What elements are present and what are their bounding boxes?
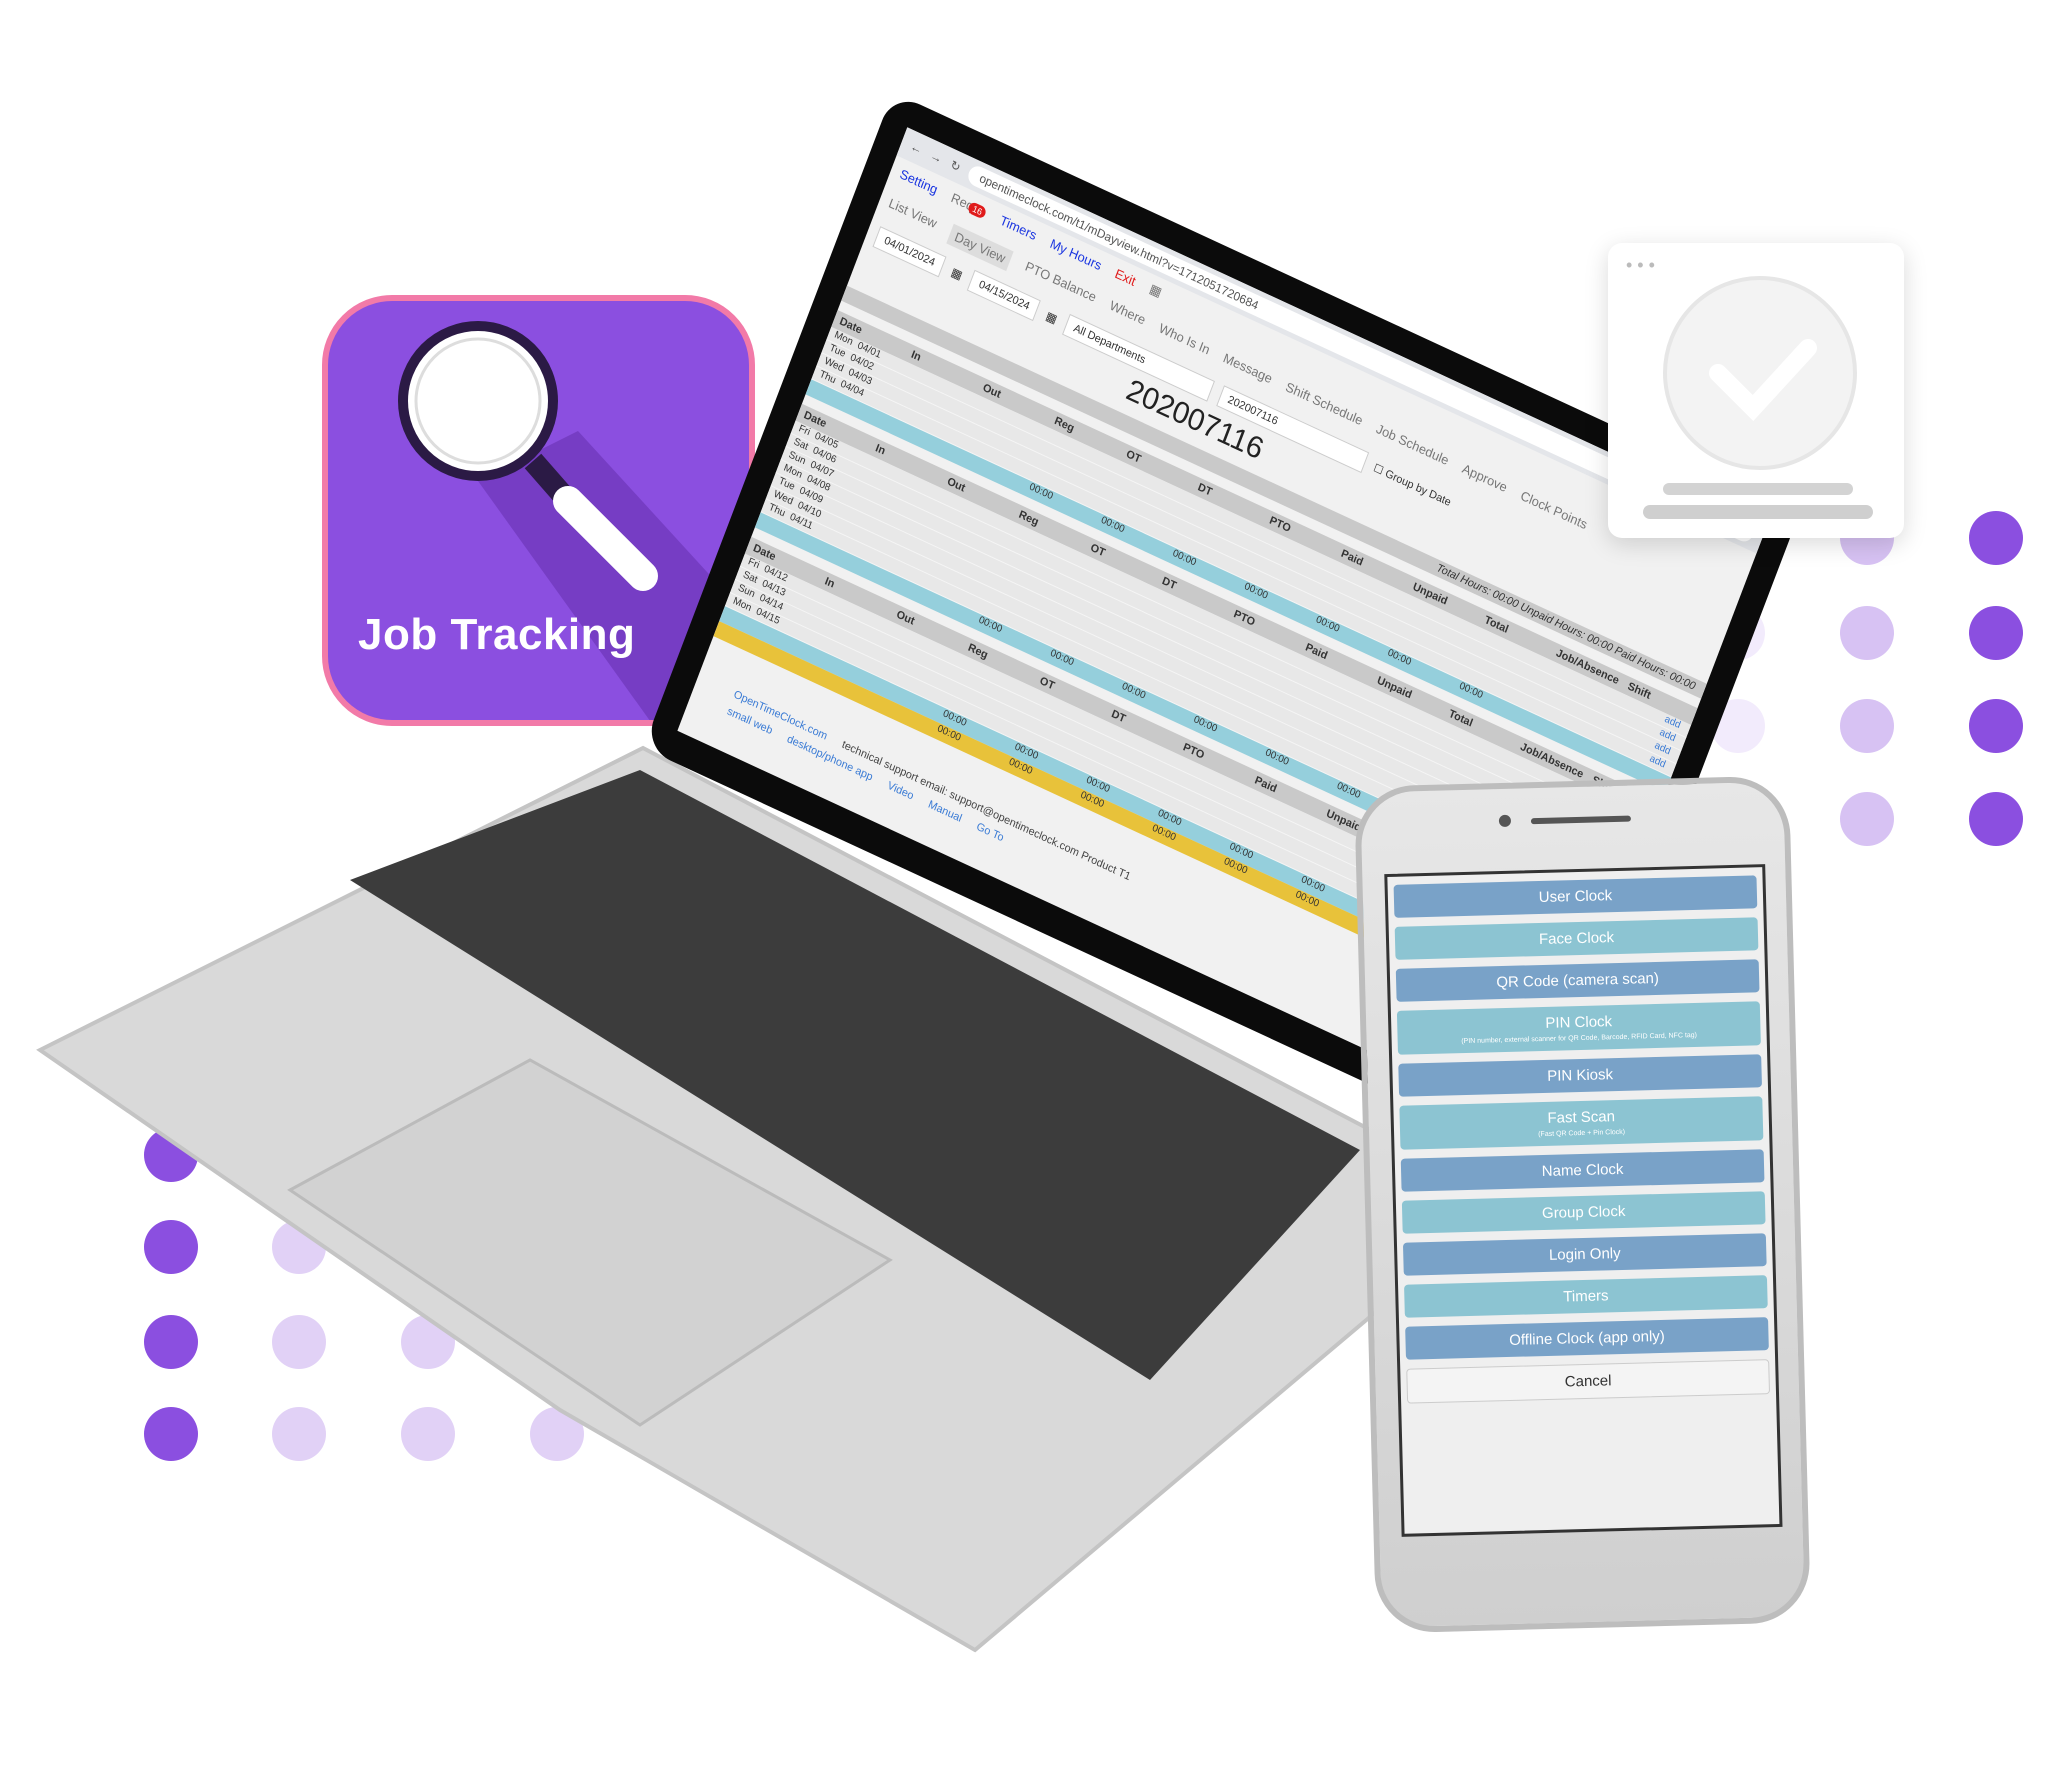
exit-link[interactable]: Exit [1113,265,1138,288]
phone-speaker [1530,815,1631,825]
cancel-button[interactable]: Cancel [1406,1359,1771,1404]
button-sublabel: (Fast QR Code + Pin Clock) [1538,1128,1626,1139]
reload-icon[interactable]: ↻ [948,157,962,174]
button-label: PIN Clock [1545,1013,1613,1032]
button-label: Timers [1563,1287,1609,1306]
button-label: PIN Kiosk [1546,1066,1614,1085]
clock-options-menu: User Clock Face Clock QR Code (camera scan… [1384,864,1783,1537]
clock-option-button[interactable]: Group Clock [1401,1191,1766,1234]
clock-option-button[interactable]: Timers [1404,1275,1768,1318]
window-dots-icon: • • • [1626,255,1655,275]
clock-option-button[interactable]: Face Clock [1394,917,1759,960]
calendar-icon[interactable]: ▦ [949,265,964,283]
button-label: Group Clock [1541,1202,1626,1223]
button-label: Face Clock [1538,929,1615,949]
back-icon[interactable]: ← [909,139,925,157]
checkmark-icon [1643,276,1873,519]
calendar-icon[interactable]: ▦ [1044,309,1059,327]
forward-icon[interactable]: → [928,148,944,166]
clock-option-button[interactable]: PIN Clock (PIN number, external scanner f… [1396,1001,1761,1055]
button-label: Offline Clock (app only) [1508,1327,1666,1349]
confirmation-card: • • • [1608,243,1904,538]
clock-option-button[interactable]: Login Only [1402,1233,1767,1276]
clock-option-button[interactable]: Offline Clock (app only) [1405,1317,1769,1360]
clock-option-button[interactable]: QR Code (camera scan) [1395,959,1760,1002]
clock-option-button[interactable]: Name Clock [1400,1149,1765,1192]
button-label: Fast Scan [1547,1108,1616,1127]
button-label: Login Only [1548,1245,1621,1264]
phone-camera [1498,814,1512,828]
button-sublabel: (PIN number, external scanner for QR Cod… [1461,1031,1698,1046]
button-label: User Clock [1538,887,1613,907]
clock-option-button[interactable]: PIN Kiosk [1398,1054,1762,1097]
req-badge: 16 [967,200,988,220]
clock-option-button[interactable]: User Clock [1393,875,1758,918]
clock-option-button[interactable]: Fast Scan (Fast QR Code + Pin Clock) [1399,1096,1764,1150]
button-label: QR Code (camera scan) [1496,969,1660,992]
qr-icon[interactable]: ▦ [1147,281,1165,301]
phone: User Clock Face Clock QR Code (camera scan… [1353,775,1812,1634]
button-label: Name Clock [1541,1160,1624,1181]
